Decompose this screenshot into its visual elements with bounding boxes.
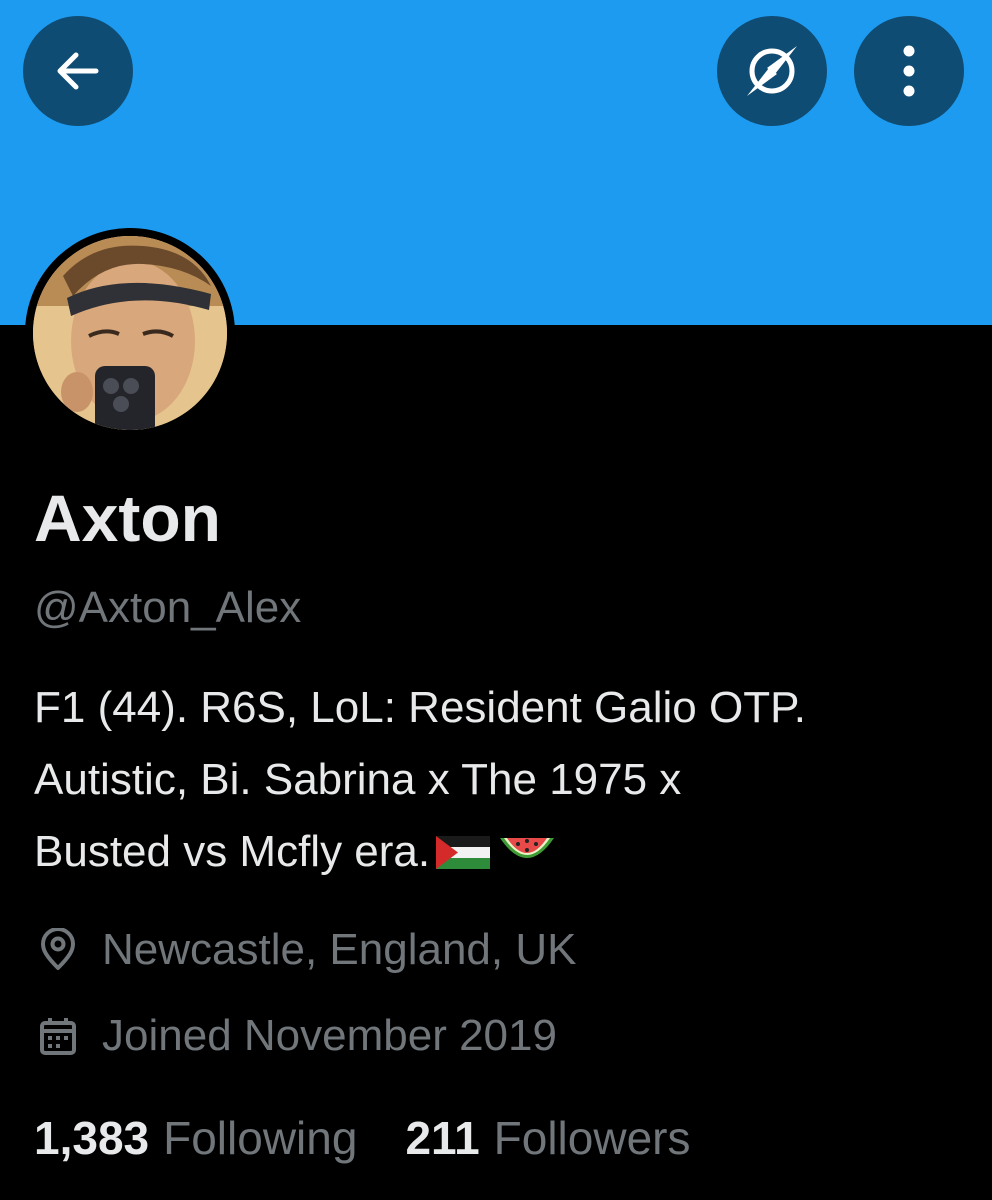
avatar-photo <box>33 236 227 430</box>
calendar-icon <box>34 1012 82 1060</box>
following-link[interactable]: 1,383 Following <box>34 1108 357 1168</box>
explore-button[interactable] <box>717 16 827 126</box>
bio-line-with-emojis: Busted vs Mcfly era. <box>34 816 974 888</box>
bio-line: Autistic, Bi. Sabrina x The 1975 x <box>34 755 682 804</box>
followers-count: 211 <box>405 1112 480 1164</box>
following-count: 1,383 <box>34 1112 150 1164</box>
palestine-flag-icon <box>436 836 491 869</box>
watermelon-icon <box>500 838 555 858</box>
profile-bio: F1 (44). R6S, LoL: Resident Galio OTP. A… <box>34 672 974 888</box>
avatar-ring <box>25 228 235 438</box>
display-name: Axton <box>34 481 221 555</box>
followers-label: Followers <box>493 1112 691 1164</box>
followers-link[interactable]: 211 Followers <box>405 1108 690 1168</box>
vertical-dots-icon <box>903 45 915 97</box>
arrow-left-icon <box>57 52 99 90</box>
avatar[interactable] <box>33 236 227 430</box>
compass-icon <box>747 46 797 96</box>
bio-line: Busted vs Mcfly era. <box>34 827 431 876</box>
joined-row: Joined November 2019 <box>34 1008 557 1064</box>
bio-line: F1 (44). R6S, LoL: Resident Galio OTP. <box>34 683 806 732</box>
following-label: Following <box>163 1112 358 1164</box>
location-pin-icon <box>34 926 82 974</box>
more-options-button[interactable] <box>854 16 964 126</box>
user-handle: @Axton_Alex <box>34 583 302 632</box>
back-button[interactable] <box>23 16 133 126</box>
location-text: Newcastle, England, UK <box>102 925 577 974</box>
follow-stats: 1,383 Following 211 Followers <box>34 1108 738 1168</box>
joined-text: Joined November 2019 <box>102 1011 557 1060</box>
location-row: Newcastle, England, UK <box>34 922 576 978</box>
